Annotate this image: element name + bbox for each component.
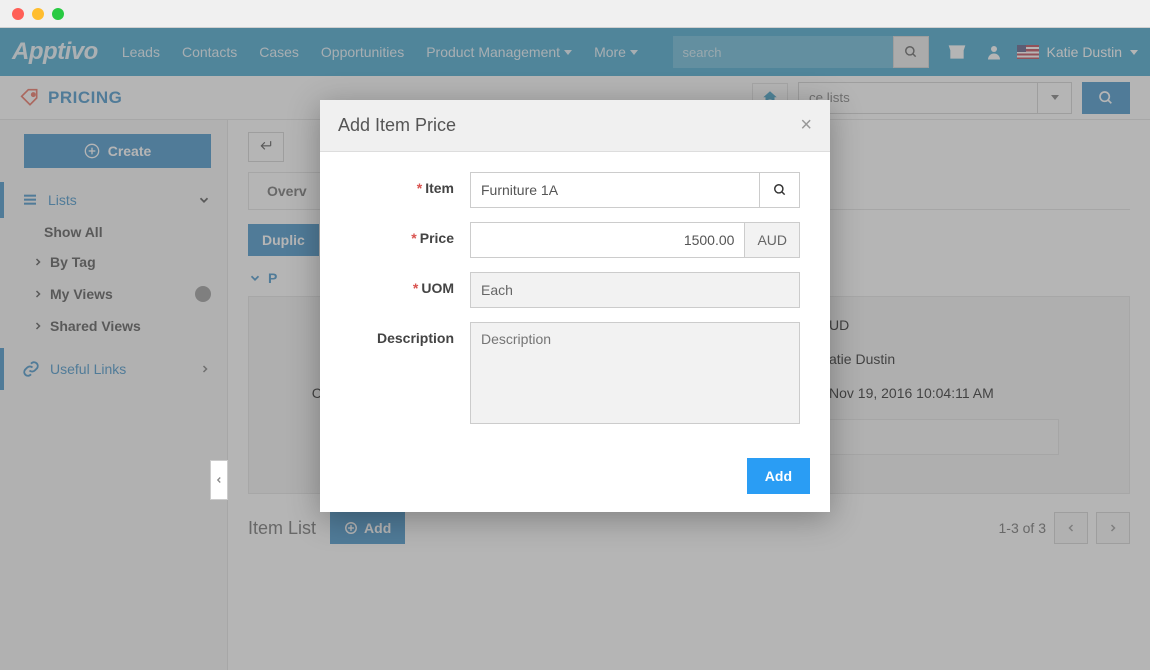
uom-label: UOM <box>421 280 454 296</box>
sidebar-collapse[interactable] <box>210 460 228 500</box>
window-max[interactable] <box>52 8 64 20</box>
description-textarea[interactable] <box>470 322 800 424</box>
uom-field: Each <box>470 272 800 308</box>
item-input[interactable] <box>470 172 760 208</box>
item-label: Item <box>425 180 454 196</box>
add-item-price-modal: Add Item Price × *Item *Price AUD *UOM E… <box>320 100 830 512</box>
item-lookup-button[interactable] <box>760 172 800 208</box>
search-icon <box>773 183 787 197</box>
modal-add-button[interactable]: Add <box>747 458 810 494</box>
window-chrome <box>0 0 1150 28</box>
window-min[interactable] <box>32 8 44 20</box>
chevron-left-icon <box>214 473 224 487</box>
price-currency: AUD <box>745 222 800 258</box>
price-input[interactable] <box>470 222 745 258</box>
modal-close-button[interactable]: × <box>800 114 812 137</box>
modal-title: Add Item Price <box>338 115 456 136</box>
window-close[interactable] <box>12 8 24 20</box>
modal-overlay: Add Item Price × *Item *Price AUD *UOM E… <box>0 28 1150 670</box>
price-label: Price <box>420 230 454 246</box>
description-label: Description <box>377 330 454 346</box>
